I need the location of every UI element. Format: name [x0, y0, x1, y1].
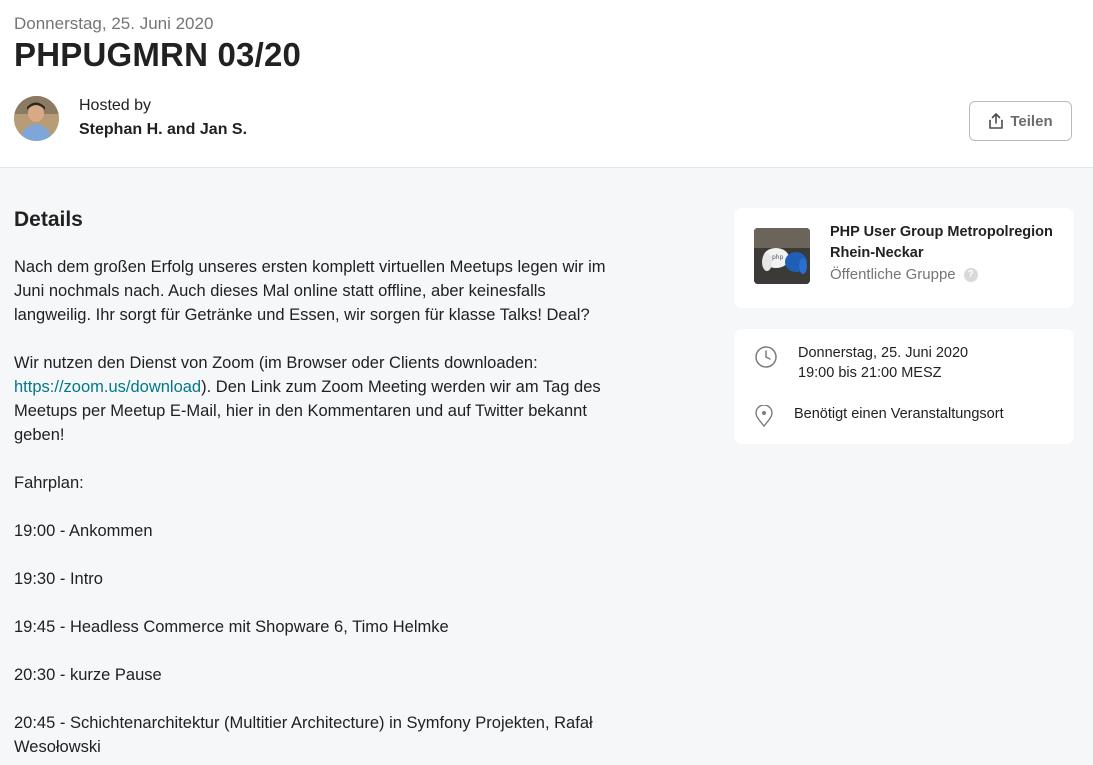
avatar[interactable] — [14, 96, 59, 141]
help-icon[interactable]: ? — [963, 267, 978, 282]
group-name[interactable]: PHP User Group Metropolregion Rhein-Neck… — [830, 222, 1060, 264]
group-type-label: Öffentliche Gruppe — [830, 266, 956, 283]
zoom-download-link[interactable]: https://zoom.us/download — [14, 378, 201, 396]
share-button[interactable]: Teilen — [969, 101, 1072, 141]
event-datetime-date: Donnerstag, 25. Juni 2020 — [798, 345, 969, 361]
time-location-card: Donnerstag, 25. Juni 2020 19:00 bis 21:0… — [734, 329, 1074, 444]
group-card[interactable]: php PHP User Group Metropolregion Rhein-… — [734, 208, 1074, 308]
details-heading: Details — [14, 208, 83, 231]
hosted-by-label: Hosted by — [79, 97, 152, 114]
schedule-item: 19:00 - Ankommen — [14, 522, 153, 540]
host-names[interactable]: Stephan H. and Jan S. — [79, 121, 247, 139]
event-location: Benötigt einen Veranstaltungsort — [794, 406, 1004, 422]
schedule-item: 19:45 - Headless Commerce mit Shopware 6… — [14, 618, 449, 636]
map-pin-icon — [755, 405, 773, 427]
share-label: Teilen — [1010, 112, 1053, 130]
group-type: Öffentliche Gruppe ? — [830, 266, 978, 283]
schedule-item: 20:30 - kurze Pause — [14, 666, 162, 684]
event-date: Donnerstag, 25. Juni 2020 — [14, 14, 214, 33]
description-paragraph: Wir nutzen den Dienst von Zoom (im Brows… — [14, 351, 624, 447]
event-time-range: 19:00 bis 21:00 MESZ — [798, 365, 942, 381]
event-description: Nach dem großen Erfolg unseres ersten ko… — [14, 255, 624, 759]
schedule-label: Fahrplan: — [14, 474, 84, 492]
description-text: Wir nutzen den Dienst von Zoom (im Brows… — [14, 354, 538, 372]
event-header: Donnerstag, 25. Juni 2020 PHPUGMRN 03/20… — [0, 0, 1093, 168]
share-icon — [989, 113, 1004, 129]
schedule-item: 20:45 - Schichtenarchitektur (Multitier … — [14, 714, 593, 756]
group-photo-image: php — [754, 228, 810, 284]
page-title: PHPUGMRN 03/20 — [14, 36, 302, 73]
avatar-image — [14, 96, 59, 141]
schedule-item: 19:30 - Intro — [14, 570, 103, 588]
description-paragraph: Nach dem großen Erfolg unseres ersten ko… — [14, 258, 606, 324]
svg-text:php: php — [772, 254, 784, 261]
clock-icon — [755, 346, 777, 368]
group-photo[interactable]: php — [754, 228, 810, 284]
